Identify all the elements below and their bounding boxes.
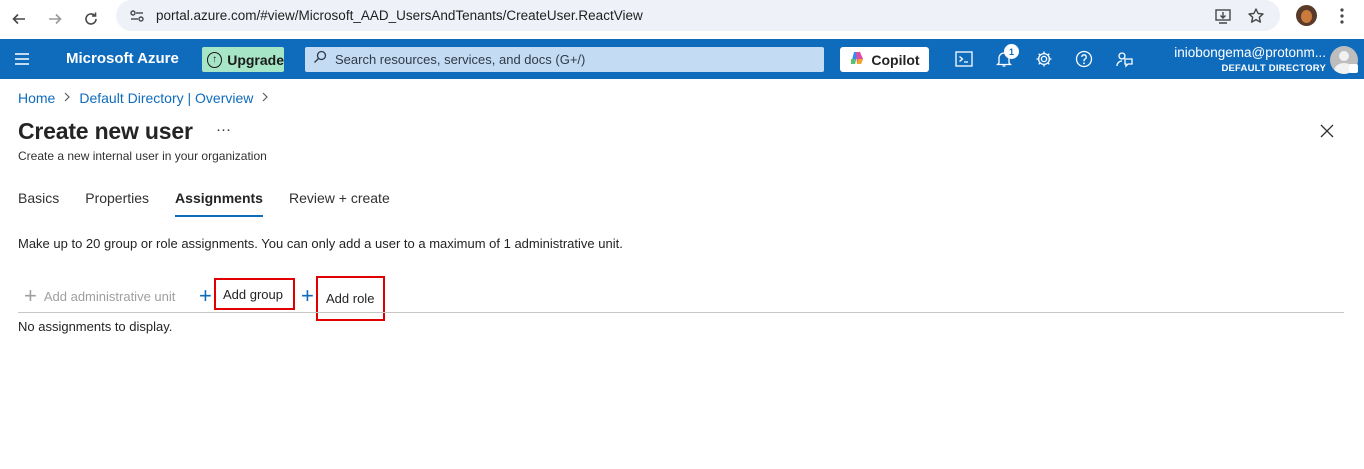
assignments-info-text: Make up to 20 group or role assignments.…: [18, 236, 623, 251]
search-input[interactable]: [335, 52, 815, 67]
chevron-right-icon: [63, 91, 71, 105]
add-administrative-unit-button[interactable]: + Add administrative unit: [24, 282, 175, 310]
lock-icon: [1349, 64, 1358, 73]
address-bar[interactable]: portal.azure.com/#view/Microsoft_AAD_Use…: [116, 0, 1280, 31]
account-email[interactable]: iniobongema@protonm...: [1174, 45, 1326, 60]
upgrade-button[interactable]: ↑ Upgrade: [202, 47, 284, 72]
feedback-icon[interactable]: [1114, 49, 1134, 69]
search-icon: [313, 50, 327, 69]
tab-assignments[interactable]: Assignments: [175, 190, 263, 217]
empty-assignments-message: No assignments to display.: [18, 319, 173, 334]
plus-icon: +: [24, 283, 37, 308]
azure-top-bar: Microsoft Azure ↑ Upgrade Copilot 1 inio…: [0, 39, 1364, 79]
cloud-shell-icon[interactable]: [954, 49, 974, 69]
account-directory[interactable]: DEFAULT DIRECTORY: [1221, 63, 1326, 74]
add-role-label[interactable]: Add role: [326, 291, 374, 306]
copilot-button[interactable]: Copilot: [840, 47, 929, 72]
back-icon[interactable]: [6, 6, 32, 32]
add-group-label[interactable]: Add group: [223, 287, 283, 302]
copilot-icon: [849, 50, 865, 69]
url-text[interactable]: portal.azure.com/#view/Microsoft_AAD_Use…: [156, 8, 643, 23]
reload-icon[interactable]: [78, 6, 104, 32]
page-subtitle: Create a new internal user in your organ…: [18, 149, 267, 163]
bookmark-star-icon[interactable]: [1246, 6, 1266, 26]
breadcrumb-directory-overview[interactable]: Default Directory | Overview: [79, 90, 253, 106]
tab-basics[interactable]: Basics: [18, 190, 59, 214]
help-question-icon[interactable]: [1074, 49, 1094, 69]
portal-menu-icon[interactable]: [12, 51, 32, 67]
breadcrumb-home[interactable]: Home: [18, 90, 55, 106]
plus-icon: +: [301, 283, 314, 308]
wizard-tabs: Basics Properties Assignments Review + c…: [18, 190, 416, 217]
forward-icon[interactable]: [42, 6, 68, 32]
browser-menu-icon[interactable]: [1332, 6, 1352, 26]
chevron-right-icon: [261, 91, 269, 105]
global-search[interactable]: [305, 47, 824, 72]
plus-icon: +: [199, 283, 212, 308]
close-icon[interactable]: [1318, 122, 1336, 140]
add-administrative-unit-label: Add administrative unit: [43, 288, 176, 304]
add-group-highlight[interactable]: Add group: [214, 278, 295, 310]
tab-review-create[interactable]: Review + create: [289, 190, 390, 214]
breadcrumb: Home Default Directory | Overview: [18, 90, 269, 106]
notification-count-badge: 1: [1004, 44, 1019, 59]
brand-title[interactable]: Microsoft Azure: [66, 50, 179, 67]
page-title: Create new user: [18, 118, 193, 144]
upgrade-label: Upgrade: [227, 51, 284, 68]
site-settings-icon[interactable]: [128, 7, 146, 25]
add-role-highlight[interactable]: Add role: [316, 276, 385, 321]
browser-profile-avatar[interactable]: [1296, 5, 1317, 26]
tab-properties[interactable]: Properties: [85, 190, 149, 214]
browser-toolbar: portal.azure.com/#view/Microsoft_AAD_Use…: [0, 0, 1364, 39]
copilot-label: Copilot: [871, 51, 920, 68]
upgrade-arrow-icon: ↑: [207, 51, 223, 68]
toolbar-divider: [18, 312, 1344, 313]
settings-gear-icon[interactable]: [1034, 49, 1054, 69]
more-options-icon[interactable]: ···: [216, 121, 231, 138]
install-app-icon[interactable]: [1213, 6, 1233, 26]
